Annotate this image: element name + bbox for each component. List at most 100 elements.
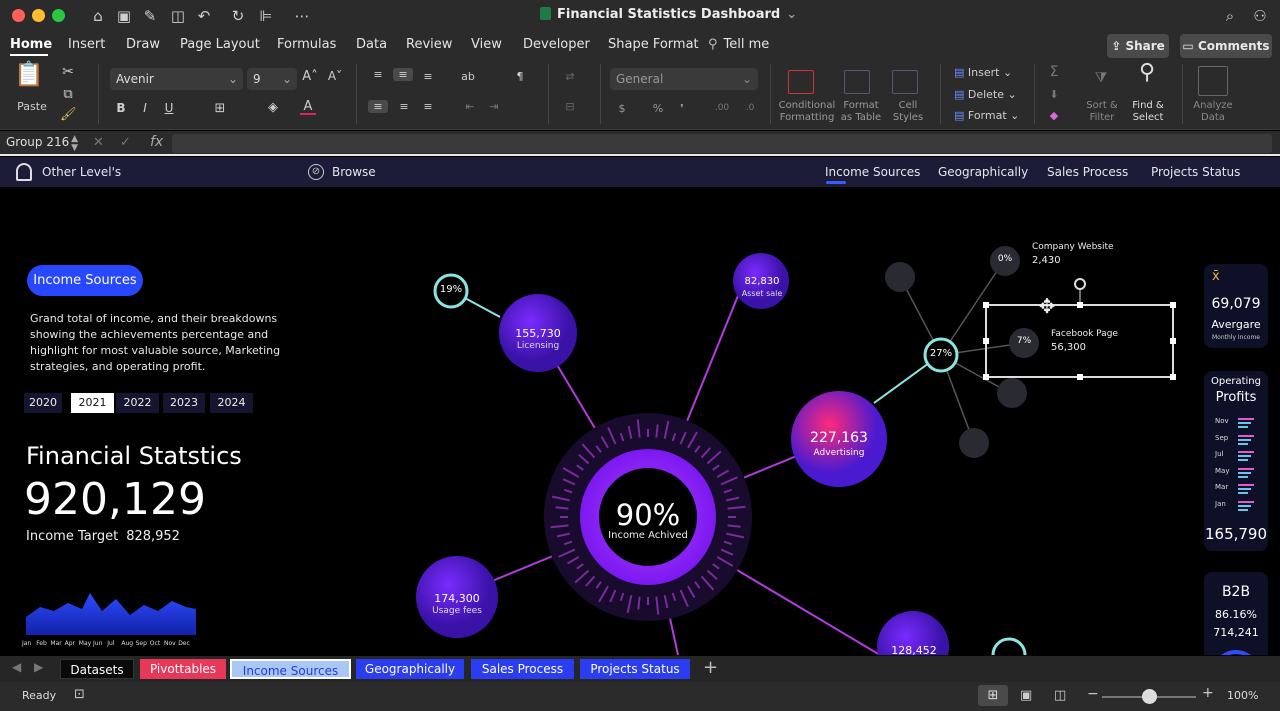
align-icon[interactable]: ⊫ bbox=[256, 6, 276, 26]
tab-shape-format[interactable]: Shape Format bbox=[608, 37, 699, 52]
chevron-down-icon[interactable]: ⌄ bbox=[786, 7, 797, 22]
tab-draw[interactable]: Draw bbox=[126, 37, 160, 52]
align-top-icon[interactable]: ≡ bbox=[370, 68, 386, 81]
align-right-icon[interactable]: ≡ bbox=[420, 100, 436, 113]
decrease-decimal-icon[interactable]: .0 bbox=[740, 102, 760, 115]
orientation-icon[interactable]: ab bbox=[460, 70, 476, 83]
font-size-select[interactable]: 9 ⌄ bbox=[247, 68, 297, 90]
fill-icon[interactable]: ⬇ bbox=[1046, 88, 1062, 101]
redo-icon[interactable]: ↻ bbox=[228, 6, 248, 26]
number-format-select[interactable]: General ⌄ bbox=[610, 68, 758, 90]
sheet-tab-geographically[interactable]: Geographically bbox=[356, 659, 464, 679]
tab-home[interactable]: Home bbox=[10, 37, 52, 52]
nav-projects-status[interactable]: Projects Status bbox=[1151, 165, 1240, 179]
increase-indent-icon[interactable]: ⇥ bbox=[486, 100, 502, 113]
currency-icon[interactable]: $ bbox=[616, 102, 628, 115]
close-window-button[interactable] bbox=[12, 9, 25, 22]
font-name-select[interactable]: Avenir ⌄ bbox=[110, 68, 243, 90]
add-sheet-icon[interactable]: + bbox=[703, 657, 718, 678]
enter-icon[interactable]: ✓ bbox=[120, 135, 131, 150]
merge-icon[interactable]: ⊟ bbox=[562, 100, 578, 113]
sort-filter-icon[interactable]: ⧩ bbox=[1090, 71, 1112, 85]
account-icon[interactable]: ⚇ bbox=[1250, 6, 1270, 26]
page-break-view-icon[interactable]: ◫ bbox=[1054, 688, 1066, 703]
paste-label[interactable]: Paste bbox=[12, 100, 52, 113]
zoom-window-button[interactable] bbox=[52, 9, 65, 22]
format-as-table-button[interactable]: Format as Table bbox=[836, 100, 886, 124]
normal-view-icon[interactable]: ⊞ bbox=[978, 685, 1008, 706]
align-left-icon[interactable]: ≡ bbox=[368, 100, 388, 113]
year-2022[interactable]: 2022 bbox=[116, 393, 159, 413]
prev-sheet-icon[interactable]: ◀ bbox=[12, 660, 21, 674]
page-layout-view-icon[interactable]: ▣ bbox=[1020, 688, 1032, 703]
cell-styles-button[interactable]: Cell Styles bbox=[888, 100, 928, 124]
sheet-tab-sales-process[interactable]: Sales Process bbox=[471, 659, 574, 679]
conditional-formatting-icon[interactable] bbox=[788, 70, 814, 94]
save-icon[interactable]: ▣ bbox=[114, 6, 134, 26]
nav-income-sources[interactable]: Income Sources bbox=[825, 165, 920, 179]
borders-icon[interactable]: ⊞ bbox=[212, 102, 228, 115]
year-2024[interactable]: 2024 bbox=[210, 393, 253, 413]
autosum-icon[interactable]: Σ bbox=[1046, 65, 1062, 79]
underline-icon[interactable]: U bbox=[162, 102, 176, 115]
nav-geographically[interactable]: Geographically bbox=[938, 165, 1028, 179]
compass-icon[interactable]: ⊘ bbox=[308, 164, 324, 180]
text-direction-icon[interactable]: ¶ bbox=[512, 70, 528, 83]
formula-input[interactable] bbox=[172, 134, 1272, 153]
decrease-font-icon[interactable]: A˅ bbox=[327, 70, 343, 83]
cut-icon[interactable]: ✂ bbox=[60, 65, 76, 79]
comma-icon[interactable]: ❜ bbox=[676, 102, 688, 115]
delete-cells-button[interactable]: ▤ Delete ⌄ bbox=[954, 88, 1026, 101]
rotate-handle-icon[interactable] bbox=[1074, 278, 1086, 290]
comments-button[interactable]: ▭ Comments bbox=[1180, 34, 1272, 58]
percent-icon[interactable]: % bbox=[651, 102, 665, 115]
decrease-indent-icon[interactable]: ⇤ bbox=[462, 100, 478, 113]
toolbar-icon[interactable]: ◫ bbox=[168, 6, 188, 26]
clear-icon[interactable]: ◆ bbox=[1046, 109, 1062, 122]
zoom-out-icon[interactable]: − bbox=[1087, 686, 1099, 702]
sheet-tab-projects-status[interactable]: Projects Status bbox=[580, 659, 690, 679]
zoom-slider-thumb[interactable] bbox=[1142, 689, 1157, 704]
find-select-button[interactable]: Find & Select bbox=[1128, 100, 1168, 124]
year-2021[interactable]: 2021 bbox=[71, 393, 114, 413]
minimize-window-button[interactable] bbox=[32, 9, 45, 22]
wrap-text-icon[interactable]: ⇄ bbox=[562, 70, 578, 83]
browse-link[interactable]: Browse bbox=[332, 165, 376, 179]
increase-decimal-icon[interactable]: .00 bbox=[712, 102, 732, 115]
sheet-tab-datasets[interactable]: Datasets bbox=[60, 659, 134, 679]
sheet-tab-pivottables[interactable]: Pivottables bbox=[140, 659, 226, 679]
insert-cells-button[interactable]: ▤ Insert ⌄ bbox=[954, 66, 1026, 79]
format-as-table-icon[interactable] bbox=[844, 70, 870, 94]
bold-icon[interactable]: B bbox=[114, 102, 128, 115]
search-icon[interactable]: ⌕ bbox=[1220, 6, 1240, 26]
accessibility-icon[interactable]: ⊡ bbox=[74, 687, 85, 702]
align-bottom-icon[interactable]: ≡ bbox=[420, 70, 436, 83]
next-sheet-icon[interactable]: ▶ bbox=[34, 660, 43, 674]
tab-review[interactable]: Review bbox=[406, 37, 452, 52]
name-box[interactable]: Group 216 ▲ ▼ bbox=[6, 135, 78, 153]
copy-icon[interactable]: ⧉ bbox=[60, 88, 76, 101]
analyze-data-icon[interactable] bbox=[1198, 66, 1228, 96]
ring-bottom[interactable] bbox=[991, 637, 1027, 655]
format-painter-icon[interactable]: 🖌 bbox=[60, 108, 77, 121]
income-sources-pill[interactable]: Income Sources bbox=[27, 265, 143, 296]
more-icon[interactable]: ⋯ bbox=[292, 6, 312, 26]
nav-sales-process[interactable]: Sales Process bbox=[1047, 165, 1128, 179]
font-color-icon[interactable]: A bbox=[300, 100, 316, 115]
home-icon[interactable]: ⌂ bbox=[88, 6, 108, 26]
conditional-formatting-button[interactable]: Conditional Formatting bbox=[776, 100, 838, 124]
fill-color-icon[interactable]: ◈ bbox=[265, 101, 281, 114]
function-icon[interactable]: fx bbox=[150, 134, 163, 150]
zoom-in-icon[interactable]: + bbox=[1202, 685, 1214, 701]
edit-icon[interactable]: ✎ bbox=[140, 6, 160, 26]
sheet-tab-income-sources[interactable]: Income Sources bbox=[230, 659, 351, 679]
tab-view[interactable]: View bbox=[471, 37, 502, 52]
tab-developer[interactable]: Developer bbox=[523, 37, 590, 52]
tab-data[interactable]: Data bbox=[356, 37, 387, 52]
paste-icon[interactable]: 📋 bbox=[14, 62, 44, 98]
tell-me[interactable]: ⚲ Tell me bbox=[708, 37, 769, 52]
format-cells-button[interactable]: ▤ Format ⌄ bbox=[954, 109, 1026, 122]
year-2023[interactable]: 2023 bbox=[163, 393, 205, 413]
analyze-data-button[interactable]: Analyze Data bbox=[1190, 100, 1236, 124]
italic-icon[interactable]: I bbox=[138, 102, 152, 115]
